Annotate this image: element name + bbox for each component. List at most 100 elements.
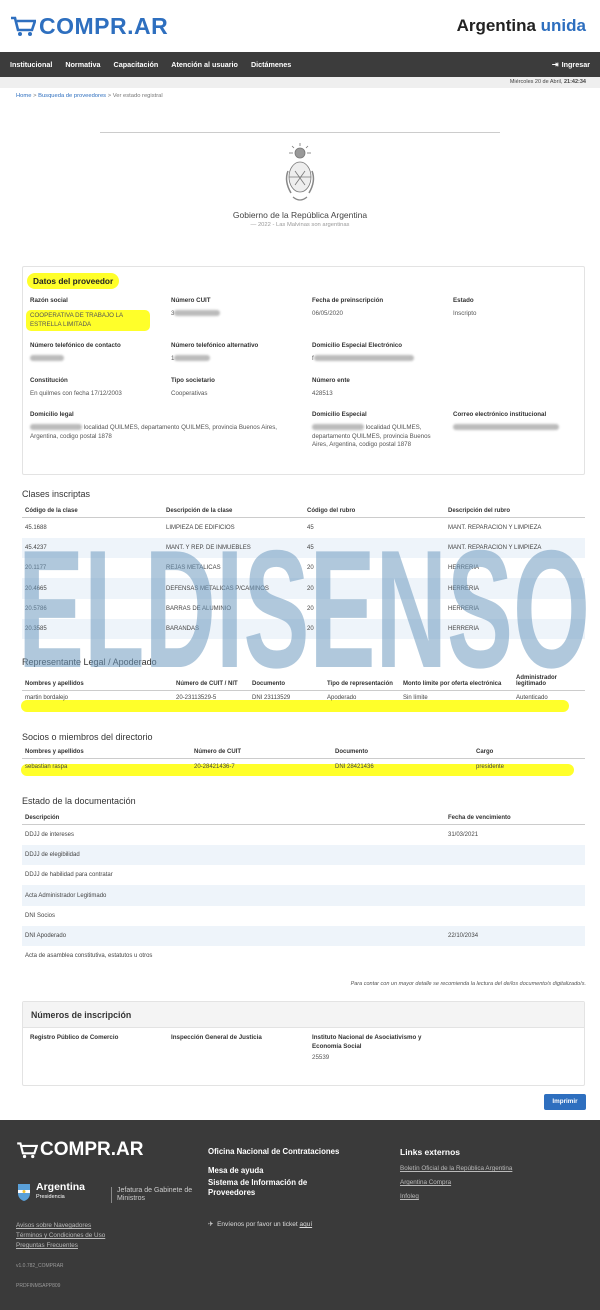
col-desc-clase: Descripción de la clase — [163, 505, 304, 518]
doc-note: Para contar con un mayor detalle se reco… — [350, 981, 586, 987]
jgm-text: Jefatura de Gabinete de Ministros — [111, 1187, 197, 1203]
correo-label: Correo electrónico institucional — [453, 411, 547, 418]
cell: 31/03/2021 — [448, 831, 479, 838]
links-title: Links externos — [400, 1147, 460, 1157]
time-text: 21:42:34 — [563, 79, 586, 85]
cell: sebastian raspa — [25, 763, 68, 770]
watermark-text: ELDISENSO — [18, 537, 590, 673]
login-button[interactable]: ⇥ Ingresar — [552, 60, 590, 69]
compr-ar-logo[interactable]: COMPR.AR — [10, 13, 168, 40]
cell — [445, 865, 585, 885]
argentina-name: Argentina Presidencia — [36, 1182, 85, 1202]
table-row: DDJJ de intereses 31/03/2021 — [22, 825, 585, 845]
redacted-correo — [453, 424, 559, 431]
cell: Autenticado — [516, 694, 548, 701]
domlegal-label: Domicilio legal — [30, 411, 74, 418]
cell: 20-28421436-7 — [194, 763, 235, 770]
footer-oficina: Oficina Nacional de Contrataciones — [208, 1147, 340, 1156]
main-nav: Institucional Normativa Capacitación Ate… — [0, 52, 600, 77]
table-row: sebastian raspa 20-28421436-7 DNI 284214… — [22, 759, 585, 775]
breadcrumb-search[interactable]: Busqueda de proveedores — [38, 93, 106, 99]
redacted-cuit — [174, 310, 221, 317]
representante-table: Nombres y apellidos Número de CUIT / NIT… — [22, 672, 585, 705]
cell: 20-23113529-5 — [176, 694, 217, 701]
telalt-label: Número telefónico alternativo — [171, 342, 259, 349]
cell — [445, 885, 585, 906]
link-faq[interactable]: Preguntas Frecuentes — [16, 1241, 105, 1251]
col-documento: Documento — [249, 672, 324, 691]
redacted-domesp — [312, 424, 364, 431]
preins-label: Fecha de preinscripción — [312, 297, 384, 304]
ticket-link[interactable]: aquí — [299, 1221, 312, 1228]
print-button[interactable]: Imprimir — [544, 1094, 586, 1110]
send-icon: ✈ — [208, 1221, 214, 1228]
inaes-label: Instituto Nacional de Asociativismo y Ec… — [312, 1034, 422, 1050]
argentina-presidencia-logo: Argentina Presidencia — [16, 1182, 85, 1202]
nav-capacitacion[interactable]: Capacitación — [114, 60, 159, 69]
cell: MANT. REPARACION Y LIMPIEZA — [448, 524, 542, 531]
inscripcion-title: Números de inscripción — [23, 1002, 584, 1028]
link-boletin-oficial[interactable]: Boletín Oficial de la República Argentin… — [400, 1165, 512, 1172]
cell: Sin límite — [403, 694, 428, 701]
brand-unida: unida — [540, 16, 586, 35]
argentina-unida-brand: Argentina unida — [457, 16, 586, 36]
nav-dictamenes[interactable]: Dictámenes — [251, 60, 291, 69]
col-nombre: Nombres y apellidos — [22, 672, 173, 691]
preins-value: 06/05/2020 — [312, 310, 343, 317]
redacted-telalt — [174, 355, 211, 362]
footer-external-links: Links externos Boletín Oficial de la Rep… — [400, 1147, 512, 1207]
col-descripcion: Descripción — [22, 812, 445, 825]
col-desc-rubro: Descripción del rubro — [445, 505, 585, 518]
table-row: Acta Administrador Legitimado — [22, 885, 585, 906]
cuit-label: Número CUIT — [171, 297, 211, 304]
redacted-telefono — [30, 355, 64, 362]
link-avisos-navegadores[interactable]: Avisos sobre Navegadores — [16, 1221, 105, 1231]
documentacion-table: Descripción Fecha de vencimiento DDJJ de… — [22, 812, 585, 967]
clases-header-row: Código de la clase Descripción de la cla… — [22, 505, 585, 518]
provider-title: Datos del proveedor — [27, 273, 120, 289]
ticket-text: Envíenos por favor un ticket — [217, 1221, 298, 1228]
gov-subtitle: — 2022 - Las Malvinas son argentinas — [250, 222, 350, 228]
footer: COMPR.AR Argentina Presidencia Jefatura … — [0, 1120, 600, 1310]
field-registro: Registro Público de Comercio — [30, 1034, 118, 1047]
socios-title: Socios o miembros del directorio — [22, 732, 153, 742]
table-row: martin bordalejo 20-23113529-5 DNI 23113… — [22, 691, 585, 705]
domesp-label: Domicilio Especial — [312, 411, 367, 418]
gov-title: Gobierno de la República Argentina — [232, 210, 368, 220]
redacted-domelec — [313, 355, 414, 362]
cell: DDJJ de elegibilidad — [22, 844, 445, 866]
link-terminos[interactable]: Términos y Condiciones de Uso — [16, 1231, 105, 1241]
table-row: DDJJ de habilidad para contratar — [22, 865, 585, 885]
field-tipo-societario: Tipo societario Cooperativas — [171, 377, 215, 399]
nav-institucional[interactable]: Institucional — [10, 60, 52, 69]
igj-label: Inspección General de Justicia — [171, 1034, 262, 1041]
cell: 45 — [307, 524, 314, 531]
col-cuit: Número de CUIT / NIT — [173, 672, 249, 691]
documentacion-title: Estado de la documentación — [22, 796, 136, 806]
nav-normativa[interactable]: Normativa — [65, 60, 100, 69]
field-constitucion: Constitución En quilmes con fecha 17/12/… — [30, 377, 122, 399]
link-infoleg[interactable]: Infoleg — [400, 1193, 512, 1200]
cell: DNI Socios — [25, 912, 56, 919]
field-domicilio-especial: Domicilio Especial localidad QUILMES, de… — [312, 411, 442, 450]
cell: LIMPIEZA DE EDIFICIOS — [166, 524, 235, 531]
cart-icon — [10, 15, 37, 37]
ente-label: Número ente — [312, 377, 350, 384]
col-cargo: Cargo — [473, 746, 585, 759]
footer-mesa-ayuda: Mesa de ayuda — [208, 1166, 264, 1175]
nav-atencion[interactable]: Atención al usuario — [171, 60, 238, 69]
breadcrumb-current: Ver estado registral — [112, 93, 163, 99]
col-tipo: Tipo de representación — [324, 672, 400, 691]
cell — [445, 906, 585, 926]
breadcrumb-home[interactable]: Home — [16, 93, 31, 99]
footer-sipro: Sistema de Información de Proveedores — [208, 1178, 308, 1197]
link-argentina-compra[interactable]: Argentina Compra — [400, 1179, 512, 1186]
col-monto: Monto límite por oferta electrónica — [400, 672, 513, 691]
registro-label: Registro Público de Comercio — [30, 1034, 119, 1041]
estado-value: Inscripto — [453, 310, 477, 317]
field-telefono-alt: Número telefónico alternativo 1 — [171, 342, 258, 364]
logo-text: COMPR.AR — [39, 12, 169, 39]
footer-logo[interactable]: COMPR.AR — [16, 1139, 143, 1161]
cell: DDJJ de habilidad para contratar — [25, 872, 113, 879]
cell: Acta Administrador Legitimado — [22, 885, 445, 906]
